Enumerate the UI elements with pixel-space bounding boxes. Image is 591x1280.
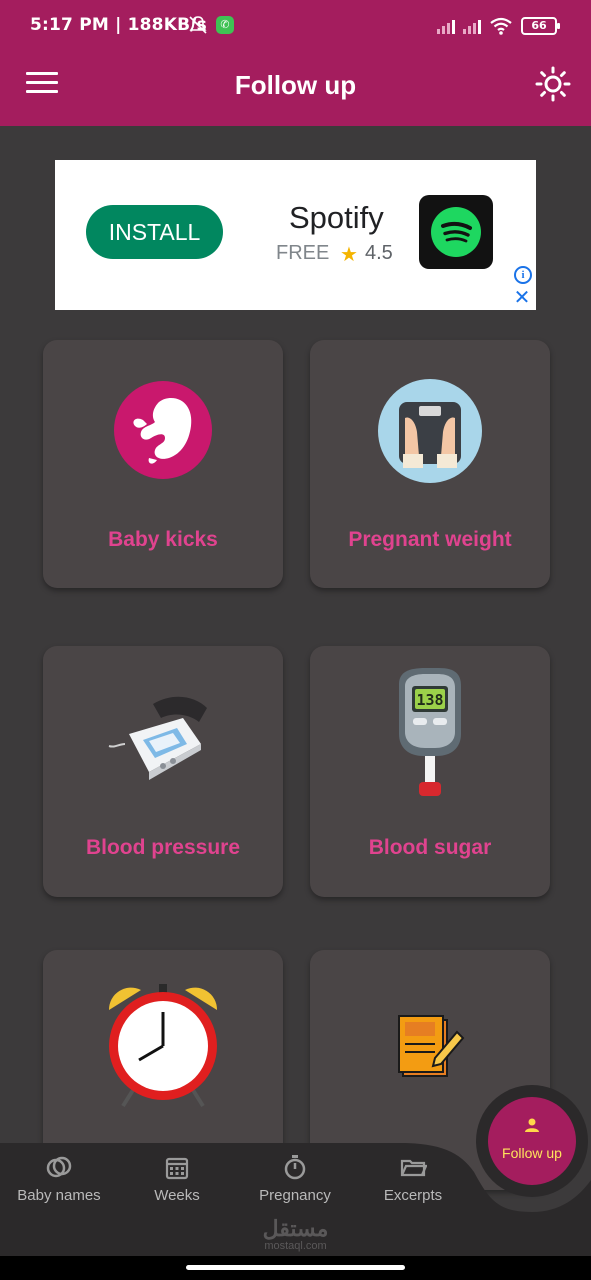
card-label: Baby kicks [108, 528, 218, 551]
sun-icon[interactable] [535, 66, 571, 102]
scale-icon [378, 379, 482, 483]
card-label: Blood pressure [85, 836, 241, 859]
follow-up-fab[interactable]: Follow up [488, 1097, 576, 1185]
notepad-icon [398, 1015, 465, 1077]
nav-label: Pregnancy [259, 1187, 331, 1204]
folder-icon [400, 1159, 427, 1177]
card-pregnant-weight[interactable]: Pregnant weight [310, 340, 550, 588]
nav-pregnancy[interactable]: Pregnancy [240, 1153, 350, 1204]
gesture-bar [0, 1256, 591, 1280]
nav-weeks[interactable]: Weeks [122, 1153, 232, 1204]
fab-label: Follow up [502, 1145, 562, 1161]
page-title: Follow up [234, 70, 357, 100]
install-button[interactable]: INSTALL [86, 205, 223, 259]
status-time: 5:17 PM | 188KB/s [30, 15, 207, 35]
whatsapp-icon: ✆ [216, 16, 234, 34]
nav-baby-names[interactable]: Baby names [4, 1153, 114, 1204]
battery-icon: 66 [521, 17, 560, 35]
nav-label: Baby names [17, 1187, 101, 1204]
home-indicator[interactable] [186, 1265, 405, 1270]
card-baby-kicks[interactable]: Baby kicks [43, 340, 283, 588]
ad-app-name: Spotify [289, 200, 384, 235]
calendar-icon [165, 1157, 189, 1180]
card-label: Pregnant weight [348, 528, 512, 551]
card-blood-pressure[interactable]: Blood pressure [43, 646, 283, 897]
watermark: مستقل mostaql.com [0, 1216, 591, 1253]
glucometer-icon: 138 [399, 668, 461, 796]
nav-label: Weeks [154, 1187, 200, 1204]
spotify-logo [419, 195, 493, 269]
info-icon[interactable]: i [514, 266, 532, 284]
wifi-icon [490, 17, 512, 35]
ad-rating: 4.5 [365, 242, 393, 264]
blood-pressure-monitor-icon [108, 696, 207, 780]
person-icon [525, 1118, 539, 1132]
rings-icon [46, 1156, 72, 1178]
status-bar: 5:17 PM | 188KB/s ✆ 66 [0, 0, 591, 52]
ad-banner[interactable]: INSTALL Spotify FREE ★ 4.5 i ✕ [55, 160, 536, 310]
watermark-latin: mostaql.com [264, 1240, 327, 1252]
watermark-arabic: مستقل [262, 1216, 329, 1241]
nav-label: Excerpts [383, 1187, 443, 1204]
stopwatch-icon [284, 1155, 306, 1180]
ad-price: FREE [276, 242, 330, 264]
app-bar: Follow up [0, 52, 591, 126]
alarm-clock-icon [108, 984, 218, 1108]
bell-off-icon [188, 15, 208, 39]
card-label: Blood sugar [368, 836, 492, 859]
card-blood-sugar[interactable]: 138 Blood sugar [310, 646, 550, 897]
signal-icon [437, 18, 455, 34]
glucometer-display: 138 [416, 691, 443, 709]
nav-excerpts[interactable]: Excerpts [358, 1153, 468, 1204]
status-icons: 66 [437, 16, 560, 36]
star-icon: ★ [340, 242, 358, 266]
signal-icon [463, 18, 481, 34]
close-icon[interactable]: ✕ [512, 287, 532, 307]
fetus-icon [114, 381, 212, 479]
